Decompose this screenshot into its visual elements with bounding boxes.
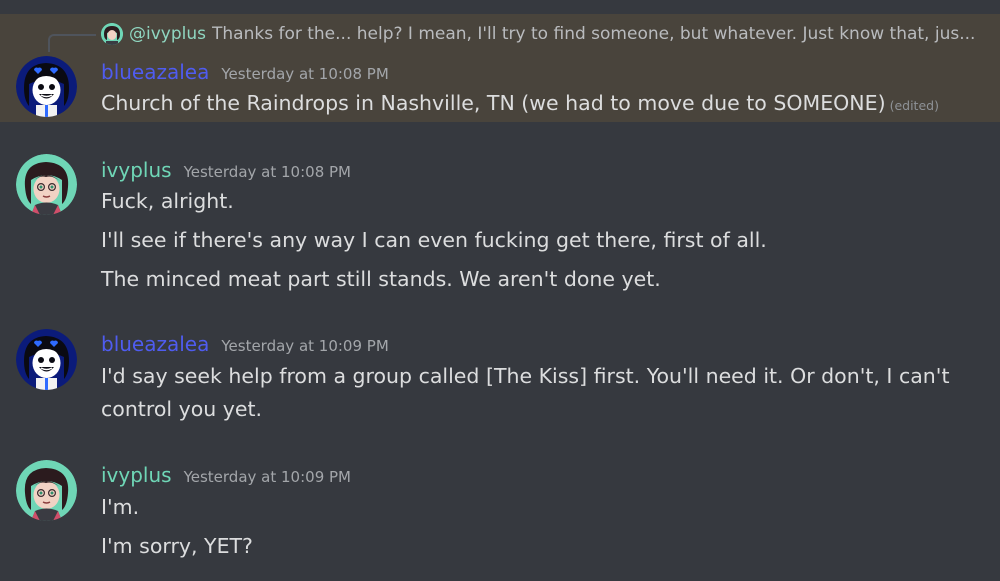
- username-ivyplus[interactable]: ivyplus: [101, 462, 172, 488]
- message-text: I'm sorry, YET?: [101, 534, 253, 558]
- message-line: Church of the Raindrops in Nashville, TN…: [101, 87, 981, 122]
- message-header: ivyplus Yesterday at 10:08 PM: [101, 157, 351, 183]
- message-timestamp[interactable]: Yesterday at 10:08 PM: [184, 163, 351, 181]
- username-blueazalea[interactable]: blueazalea: [101, 331, 209, 357]
- reply-avatar-icon[interactable]: [101, 23, 123, 45]
- username-ivyplus[interactable]: ivyplus: [101, 157, 172, 183]
- username-blueazalea[interactable]: blueazalea: [101, 59, 209, 85]
- message-text: The minced meat part still stands. We ar…: [101, 267, 661, 291]
- reply-username[interactable]: @ivyplus: [129, 21, 206, 47]
- message-text: I'll see if there's any way I can even f…: [101, 228, 767, 252]
- message-header: blueazalea Yesterday at 10:08 PM: [101, 59, 389, 85]
- message-timestamp[interactable]: Yesterday at 10:09 PM: [221, 337, 388, 355]
- edited-label: (edited): [889, 98, 939, 113]
- message-text: Church of the Raindrops in Nashville, TN…: [101, 91, 886, 115]
- avatar-ivyplus-icon[interactable]: [16, 460, 77, 521]
- message-text: control you yet.: [101, 397, 263, 421]
- avatar-blueazalea-icon[interactable]: [16, 56, 77, 117]
- reply-spine-icon: [48, 34, 96, 52]
- avatar-ivyplus-icon[interactable]: [16, 154, 77, 215]
- message-text: Fuck, alright.: [101, 189, 234, 213]
- reply-text[interactable]: Thanks for the... help? I mean, I'll try…: [212, 21, 975, 47]
- message-text: I'd say seek help from a group called [T…: [101, 364, 950, 388]
- message-timestamp[interactable]: Yesterday at 10:08 PM: [221, 65, 388, 83]
- avatar-blueazalea-icon[interactable]: [16, 329, 77, 390]
- message-timestamp[interactable]: Yesterday at 10:09 PM: [184, 468, 351, 486]
- message-header: blueazalea Yesterday at 10:09 PM: [101, 331, 389, 357]
- message-text: I'm.: [101, 495, 140, 519]
- message-header: ivyplus Yesterday at 10:09 PM: [101, 462, 351, 488]
- reply-reference[interactable]: @ivyplus Thanks for the... help? I mean,…: [101, 21, 991, 47]
